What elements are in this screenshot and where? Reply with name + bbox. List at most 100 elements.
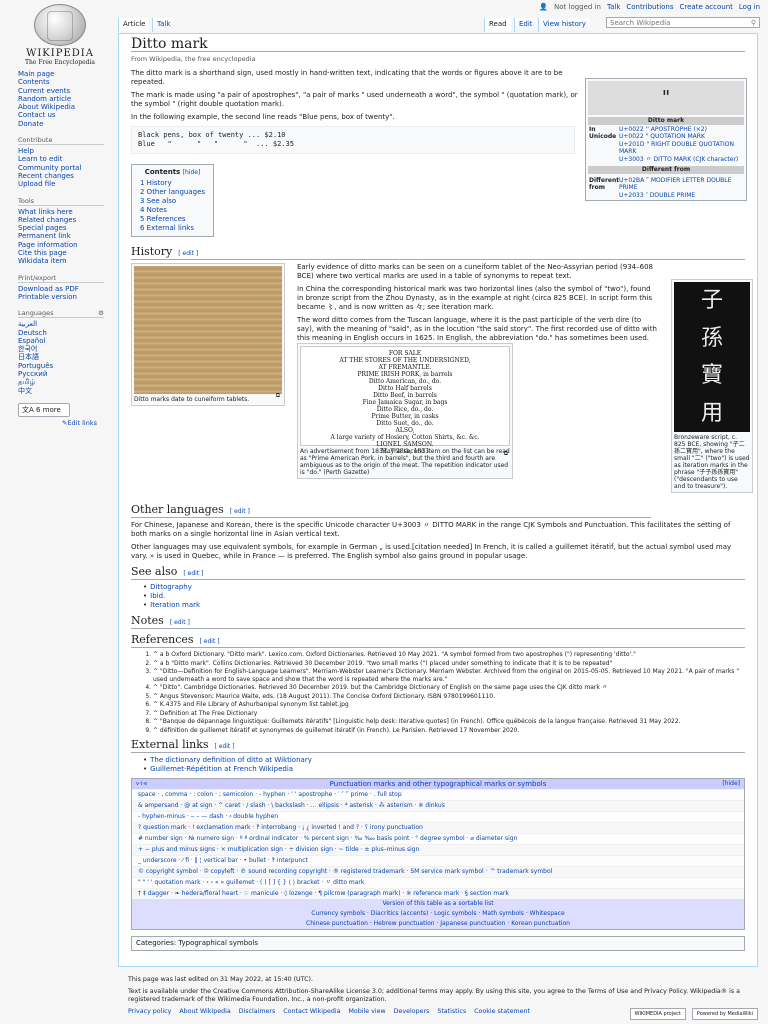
infobox-unicode-value[interactable]: U+3003 〃 DITTO MARK (CJK character) [619,156,743,164]
sidebar-tools-item[interactable]: Related changes [18,216,118,224]
infobox-unicode-value[interactable]: U+0022 " QUOTATION MARK [619,133,743,141]
edit-refs-link[interactable]: [ edit ] [200,638,220,645]
toc-item[interactable]: 6 External links [140,224,205,233]
navbox-row[interactable]: © copyright symbol · 🄯 copyleft · ℗ soun… [132,866,744,877]
sidebar-language-item[interactable]: தமிழ் [18,378,118,386]
sidebar-language-item[interactable]: Deutsch [18,329,118,337]
sidebar-tools-item[interactable]: Special pages [18,224,118,232]
sidebar-nav-item[interactable]: Donate [18,120,118,128]
sidebar-language-item[interactable]: 中文 [18,387,118,395]
create-account-link[interactable]: Create account [680,3,733,11]
bronze-script-image[interactable]: 子孫寶用 [674,282,750,432]
edit-other-link[interactable]: [ edit ] [230,508,250,515]
toc-item[interactable]: 4 Notes [140,206,205,215]
sidebar-language-item[interactable]: العربية [18,320,118,328]
navbox-vte[interactable]: v·t·e [136,780,147,788]
sidebar-nav-item[interactable]: Current events [18,87,118,95]
more-languages-button[interactable]: 文A 6 more [18,402,70,417]
wikipedia-logo[interactable]: WIKIPEDIA The Free Encyclopedia [10,4,110,68]
edit-seealso-link[interactable]: [ edit ] [183,570,203,577]
navbox-row[interactable]: _ underscore · ⁄ fi · ‖ ¦ vertical bar ·… [132,855,744,866]
talk-link[interactable]: Talk [607,3,620,11]
external-link-item[interactable]: The dictionary definition of ditto at Wi… [143,756,745,765]
edit-links[interactable]: ✎Edit links [62,419,118,427]
sidebar-nav-item[interactable]: Contact us [18,111,118,119]
navbox-row[interactable]: space · , comma · : colon · ; semicolon … [132,789,744,800]
navbox-hide[interactable]: [hide] [722,780,740,788]
sidebar-print-item[interactable]: Download as PDF [18,285,118,293]
sidebar-language-item[interactable]: 日本語 [18,353,118,361]
footer-link[interactable]: Developers [394,1008,430,1016]
search-icon[interactable]: ⚲ [751,18,756,29]
sidebar-language-item[interactable]: Español [18,337,118,345]
edit-notes-link[interactable]: [ edit ] [170,619,190,626]
advertisement-image[interactable]: FOR SALE AT THE STORES OF THE UNDERSIGNED… [300,346,510,455]
footer-link[interactable]: Mobile view [348,1008,385,1016]
footer-link[interactable]: Cookie statement [474,1008,530,1016]
sidebar-tools-item[interactable]: Wikidata item [18,257,118,265]
sidebar-nav-item[interactable]: Random article [18,95,118,103]
sidebar-tools-item[interactable]: Page information [18,241,118,249]
sidebar-contribute-item[interactable]: Community portal [18,164,118,172]
cuneiform-tablet-image[interactable] [134,266,282,394]
toc-item[interactable]: 2 Other languages [140,188,205,197]
edit-history-link[interactable]: [ edit ] [178,250,198,257]
tools-heading: Tools [18,197,104,206]
toc-item[interactable]: 3 See also [140,197,205,206]
navbox-row[interactable]: ? question mark · ! exclamation mark · ‽… [132,822,744,833]
see-also-item[interactable]: Ibid. [143,592,745,601]
mediawiki-badge[interactable]: Powered by MediaWiki [691,1008,758,1020]
wikimedia-badge[interactable]: WIKIMEDIA project [629,1008,686,1020]
enlarge-icon[interactable]: ⧉ [276,392,280,399]
sidebar-nav-item[interactable]: Main page [18,70,118,78]
tab-edit[interactable]: Edit [514,18,537,32]
footer-link[interactable]: Statistics [437,1008,466,1016]
navbox-footer-row[interactable]: Version of this table as a sortable list [132,899,744,909]
sidebar-nav-item[interactable]: About Wikipedia [18,103,118,111]
footer-link[interactable]: Contact Wikipedia [283,1008,340,1016]
external-link-item[interactable]: Guillemet·Répétition at French Wikipedia [143,765,745,774]
sidebar-tools-item[interactable]: Permanent link [18,232,118,240]
navbox-row[interactable]: " " ' ' quotation mark · ‹ › « » guillem… [132,877,744,888]
sidebar-tools-item[interactable]: What links here [18,208,118,216]
sidebar-language-item[interactable]: Português [18,362,118,370]
sidebar-language-item[interactable]: Русский [18,370,118,378]
sidebar-tools-item[interactable]: Cite this page [18,249,118,257]
sidebar-contribute-item[interactable]: Recent changes [18,172,118,180]
navbox-footer-row[interactable]: Chinese punctuation · Hebrew punctuation… [132,919,744,929]
see-also-item[interactable]: Iteration mark [143,601,745,610]
footer-link[interactable]: Privacy policy [128,1008,171,1016]
infobox-unicode-value[interactable]: U+0022 '' APOSTROPHE (×2) [619,126,743,134]
footer-link[interactable]: Disclaimers [239,1008,276,1016]
infobox-unicode-value[interactable]: U+201D " RIGHT DOUBLE QUOTATION MARK [619,141,743,156]
navbox-row[interactable]: ‐ hyphen-minus · ‒ – — dash · ⸗ double h… [132,811,744,822]
sidebar-contribute-item[interactable]: Help [18,147,118,155]
contributions-link[interactable]: Contributions [626,3,673,11]
gear-icon[interactable]: ⚙ [98,309,104,317]
sidebar-contribute-item[interactable]: Upload file [18,180,118,188]
navbox-row[interactable]: † ‡ dagger · ❧ hedera/floral heart · ☞ m… [132,888,744,899]
tab-article[interactable]: Article [118,18,150,32]
sidebar-contribute-item[interactable]: Learn to edit [18,155,118,163]
tab-history[interactable]: View history [538,18,590,32]
tab-talk[interactable]: Talk [152,18,175,32]
toc-item[interactable]: 1 History [140,179,205,188]
edit-ext-link[interactable]: [ edit ] [215,743,235,750]
login-link[interactable]: Log in [739,3,760,11]
see-also-item[interactable]: Dittography [143,583,745,592]
navbox-footer-row[interactable]: Currency symbols · Diacritics (accents) … [132,909,744,919]
toc-item[interactable]: 5 References [140,215,205,224]
sidebar-nav-item[interactable]: Contents [18,78,118,86]
infobox-diff-value[interactable]: U+2033 ″ DOUBLE PRIME [619,192,743,200]
navbox-row[interactable]: # number sign · № numero sign · º ª ordi… [132,833,744,844]
enlarge-icon[interactable]: ⧉ [504,450,508,457]
sidebar-print-item[interactable]: Printable version [18,293,118,301]
search-input[interactable]: Search Wikipedia ⚲ [606,17,760,28]
tab-read[interactable]: Read [484,18,511,32]
categories-box[interactable]: Categories: Typographical symbols [131,936,745,951]
navbox-row[interactable]: + − plus and minus signs · × multiplicat… [132,844,744,855]
footer-link[interactable]: About Wikipedia [179,1008,230,1016]
toc-hide[interactable]: [hide] [183,169,201,176]
infobox-diff-value[interactable]: U+02BA ʺ MODIFIER LETTER DOUBLE PRIME [619,177,743,192]
navbox-row[interactable]: & ampersand · @ at sign · ^ caret · / sl… [132,800,744,811]
